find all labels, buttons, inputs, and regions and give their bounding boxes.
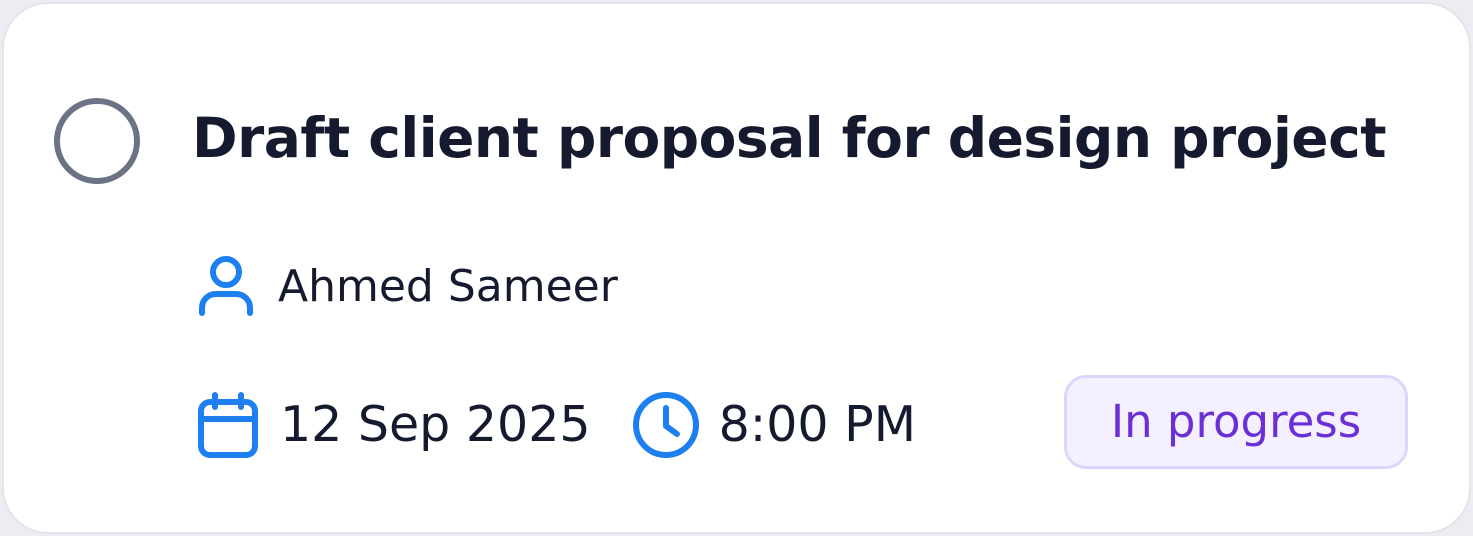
task-card[interactable]: Draft client proposal for design project… bbox=[2, 2, 1471, 534]
due-date: 12 Sep 2025 bbox=[280, 396, 591, 453]
task-complete-checkbox[interactable] bbox=[54, 98, 140, 184]
calendar-icon bbox=[196, 391, 260, 459]
assignee-row: Ahmed Sameer bbox=[196, 252, 618, 322]
task-title: Draft client proposal for design project bbox=[192, 106, 1387, 170]
user-icon bbox=[196, 255, 256, 319]
due-time: 8:00 PM bbox=[718, 396, 916, 453]
status-badge[interactable]: In progress bbox=[1064, 375, 1408, 469]
schedule-row: 12 Sep 2025 8:00 PM bbox=[196, 387, 916, 463]
assignee-name: Ahmed Sameer bbox=[278, 261, 618, 312]
clock-icon bbox=[631, 390, 701, 460]
